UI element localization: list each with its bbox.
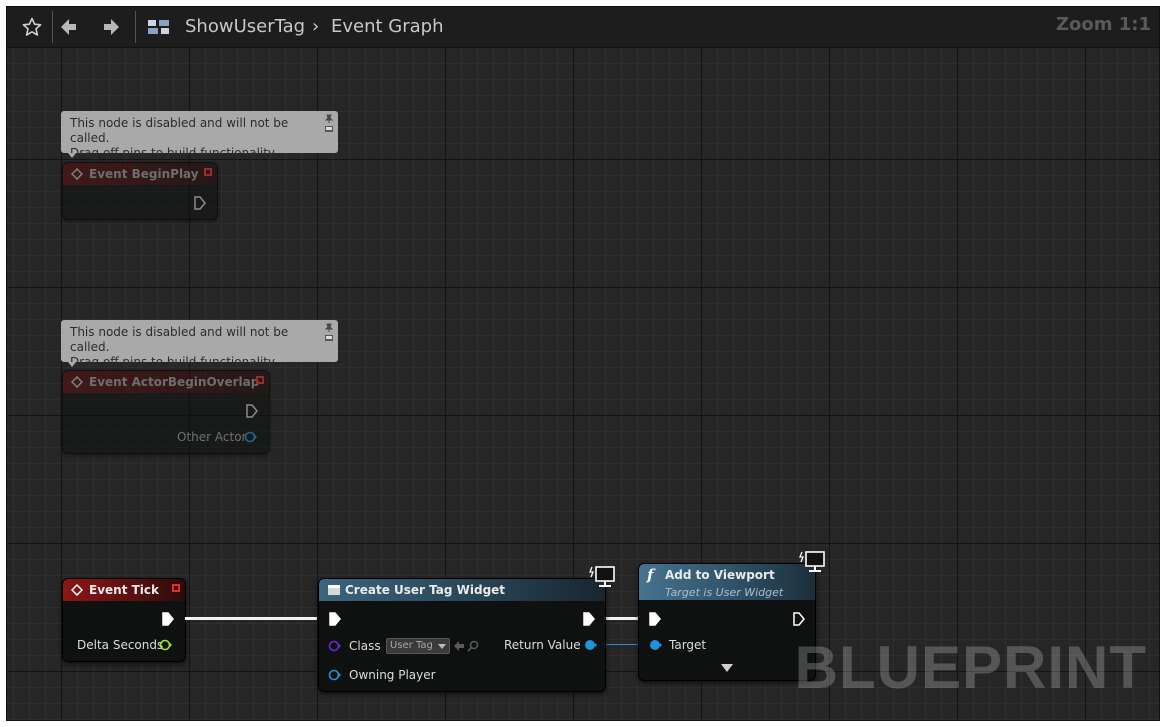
exec-out-pin[interactable] (194, 196, 206, 210)
breadcrumb-graph[interactable]: Event Graph (331, 16, 444, 37)
pin-label-class: Class (349, 639, 381, 653)
exec-out-pin[interactable] (793, 612, 805, 626)
node-title: Event Tick (89, 583, 160, 597)
object-pin[interactable] (649, 639, 663, 651)
stop-icon (172, 584, 180, 592)
event-tick-node[interactable]: Event Tick Delta Seconds (62, 578, 186, 662)
comment-pin-icon[interactable] (324, 114, 334, 134)
float-pin[interactable] (159, 639, 173, 651)
event-diamond-icon (71, 584, 83, 596)
graph-canvas[interactable]: ShowUserTag › Event Graph Zoom 1:1 This … (6, 6, 1160, 721)
node-title: Event ActorBeginOverlap (89, 375, 260, 389)
node-title: Create User Tag Widget (345, 583, 506, 597)
add-to-viewport-node[interactable]: f Add to Viewport Target is User Widget … (638, 563, 816, 681)
pin-label-other-actor: Other Actor (177, 430, 247, 444)
exec-wire[interactable] (604, 617, 639, 620)
node-subtitle: Target is User Widget (665, 586, 784, 599)
disabled-node-comment: This node is disabled and will not be ca… (61, 111, 338, 160)
expand-arrow-icon[interactable] (721, 664, 733, 672)
comment-line-2: Drag off pins to build functionality. (70, 355, 278, 369)
node-header: Event Tick (63, 579, 185, 601)
exec-in-pin[interactable] (329, 612, 341, 626)
node-title: Add to Viewport (665, 568, 775, 582)
node-title: Event BeginPlay (89, 167, 199, 181)
client-only-monitor-icon (589, 566, 615, 587)
class-dropdown-value: User Tag (390, 640, 433, 651)
create-user-tag-widget-node[interactable]: Create User Tag Widget Class User Tag Re… (318, 578, 606, 692)
comment-line-1: This node is disabled and will not be ca… (70, 116, 289, 145)
object-pin[interactable] (244, 431, 258, 443)
node-header: Event BeginPlay (63, 163, 217, 185)
pin-label-return-value: Return Value (504, 638, 581, 652)
event-beginplay-node[interactable]: Event BeginPlay (62, 162, 218, 220)
exec-wire[interactable] (185, 617, 317, 620)
exec-in-pin[interactable] (649, 612, 661, 626)
pin-label-owning-player: Owning Player (349, 668, 436, 682)
comment-line-2: Drag off pins to build functionality. (70, 146, 278, 160)
pin-label-delta-seconds: Delta Seconds (77, 638, 164, 652)
graph-toolbar: ShowUserTag › Event Graph Zoom 1:1 (7, 7, 1159, 48)
event-diamond-icon (71, 376, 83, 388)
function-icon: f (647, 566, 654, 584)
favorite-star-icon[interactable] (17, 12, 47, 42)
blueprint-watermark: BLUEPRINT (794, 634, 1147, 701)
event-graph-icon (144, 12, 174, 42)
widget-icon (328, 585, 340, 595)
node-header: f Add to Viewport Target is User Widget (639, 564, 815, 600)
object-pin[interactable] (584, 639, 598, 651)
comment-line-1: This node is disabled and will not be ca… (70, 325, 289, 354)
client-only-monitor-icon (799, 551, 825, 572)
breadcrumb-chevron-icon: › (312, 16, 320, 37)
class-pin[interactable] (328, 640, 342, 652)
use-selected-arrow-icon[interactable] (453, 640, 465, 652)
stop-icon (256, 376, 264, 384)
breadcrumb-blueprint[interactable]: ShowUserTag (185, 16, 305, 37)
comment-pin-icon[interactable] (324, 323, 334, 343)
pin-label-target: Target (669, 638, 707, 652)
exec-out-pin[interactable] (246, 404, 258, 418)
forward-arrow-icon[interactable] (96, 12, 126, 42)
disabled-node-comment: This node is disabled and will not be ca… (61, 320, 338, 369)
event-actorbeginoverlap-node[interactable]: Event ActorBeginOverlap Other Actor (62, 370, 270, 454)
object-pin[interactable] (328, 669, 342, 681)
exec-out-pin[interactable] (162, 612, 174, 626)
class-dropdown[interactable]: User Tag (386, 638, 450, 654)
node-header: Event ActorBeginOverlap (63, 371, 269, 393)
zoom-level: Zoom 1:1 (1055, 14, 1151, 35)
back-arrow-icon[interactable] (54, 12, 84, 42)
stop-icon (204, 168, 212, 176)
exec-out-pin[interactable] (583, 612, 595, 626)
node-header: Create User Tag Widget (319, 579, 605, 601)
browse-search-icon[interactable] (467, 640, 479, 652)
event-diamond-icon (71, 168, 83, 180)
